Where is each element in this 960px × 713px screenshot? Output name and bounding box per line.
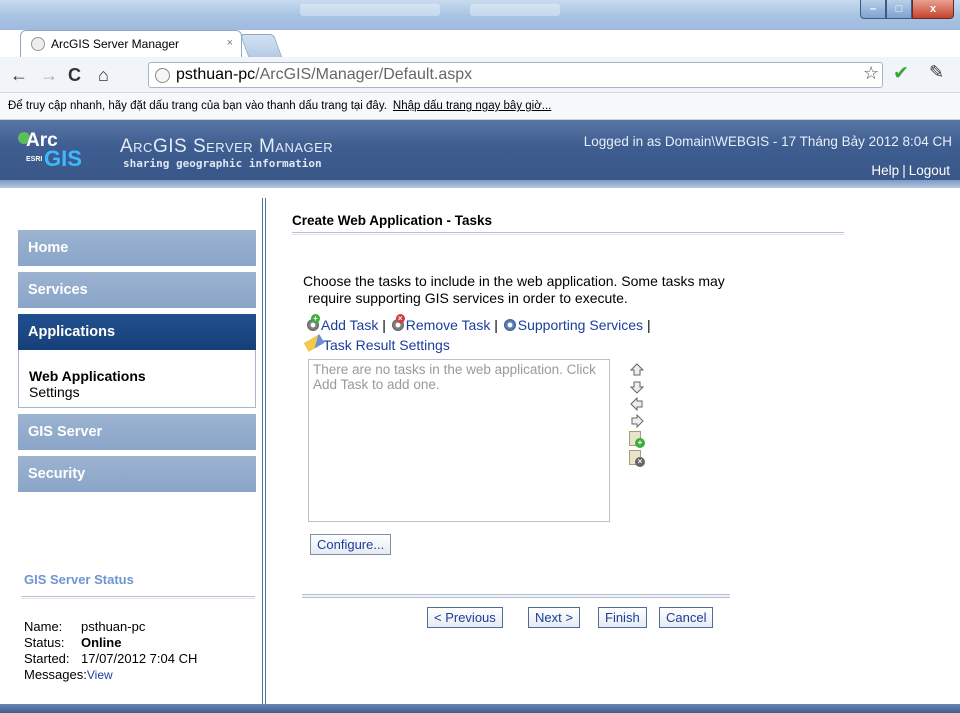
supporting-services-link[interactable]: Supporting Services (518, 317, 643, 333)
bookmark-hint: Để truy cập nhanh, hãy đặt dấu trang của… (8, 100, 387, 112)
import-bookmarks-link[interactable]: Nhập dấu trang ngay bây giờ... (393, 100, 551, 112)
sidebar-item-home[interactable]: Home (18, 230, 256, 266)
status-label: Status: (24, 635, 65, 650)
page-info-icon[interactable] (155, 67, 170, 83)
name-value: psthuan-pc (81, 619, 146, 634)
cancel-button[interactable]: Cancel (659, 607, 714, 628)
logged-in-status: Logged in as Domain\WEBGIS - 17 Tháng Bả… (583, 134, 952, 149)
blurred-background (300, 4, 440, 16)
wrench-menu-icon[interactable]: ✎ (929, 62, 944, 83)
close-window-button[interactable]: x (912, 0, 954, 19)
reload-icon[interactable]: C (68, 65, 81, 86)
move-down-icon[interactable] (630, 414, 644, 428)
forward-arrow-icon[interactable]: → (40, 65, 58, 86)
blurred-background (470, 4, 560, 16)
logo-gis: GIS (44, 146, 82, 171)
task-actions: + Add Task | × Remove Task | Supporting Se… (303, 314, 651, 355)
window-bottom-edge (0, 704, 960, 713)
sidebar-nav: Home Services Applications Web Applicati… (18, 230, 256, 498)
browser-tab[interactable]: ArcGIS Server Manager × (20, 30, 242, 57)
add-task-link[interactable]: Add Task (321, 317, 378, 333)
home-icon[interactable]: ⌂ (98, 65, 109, 86)
task-result-settings-link[interactable]: Task Result Settings (323, 337, 450, 353)
status-rule (22, 596, 255, 599)
bookmark-bar: Để truy cập nhanh, hãy đặt dấu trang của… (0, 93, 960, 120)
sidebar-item-gis-server[interactable]: GIS Server (18, 414, 256, 450)
logout-link[interactable]: Logout (909, 163, 950, 178)
browser-toolbar: ← → C ⌂ psthuan-pc/ArcGIS/Manager/Defaul… (0, 57, 960, 93)
logo-esri: ESRI (26, 156, 43, 163)
sidebar-subitem-settings[interactable]: Settings (29, 384, 255, 400)
tab-close-icon[interactable]: × (227, 37, 233, 49)
status-value: Online (81, 635, 122, 650)
intro-line-1: Choose the tasks to include in the web a… (303, 273, 725, 289)
maximize-button[interactable]: □ (886, 0, 912, 19)
started-value: 17/07/2012 7:04 CH (81, 651, 198, 666)
back-arrow-icon[interactable]: ← (10, 65, 28, 86)
header-links: Help | Logout (871, 163, 950, 178)
app-header: Arc ESRI GIS ArcGIS Server Manager shari… (0, 120, 960, 188)
link-separator: | (902, 163, 906, 178)
page-favicon-icon (31, 37, 45, 51)
remove-item-icon[interactable]: × (628, 450, 646, 468)
header-stripe (0, 180, 960, 188)
new-tab-button[interactable] (239, 34, 283, 57)
view-messages-link[interactable]: View (87, 667, 113, 683)
link-separator: | (646, 317, 651, 333)
tab-title: ArcGIS Server Manager (51, 37, 180, 51)
move-bottom-icon[interactable] (630, 380, 644, 394)
minimize-button[interactable]: – (860, 0, 886, 19)
empty-list-message: There are no tasks in the web applicatio… (313, 362, 596, 392)
extension-check-icon[interactable]: ✔ (893, 62, 909, 85)
intro-line-2: require supporting GIS services in order… (308, 290, 628, 306)
name-label: Name: (24, 619, 63, 634)
panel-divider (262, 198, 266, 704)
move-up-icon[interactable] (630, 397, 644, 411)
intro-text: Choose the tasks to include in the web a… (303, 273, 823, 307)
app-tagline: sharing geographic information (123, 157, 322, 170)
url-path: /ArcGIS/Manager/Default.aspx (255, 66, 473, 83)
url-host: psthuan-pc (176, 66, 256, 83)
sidebar-subitem-web-applications[interactable]: Web Applications (29, 368, 255, 384)
address-bar[interactable]: psthuan-pc/ArcGIS/Manager/Default.aspx (148, 62, 883, 88)
pencil-icon[interactable] (303, 334, 325, 352)
remove-task-link[interactable]: Remove Task (406, 317, 491, 333)
list-controls: + × (628, 360, 650, 469)
started-label: Started: (24, 651, 70, 666)
link-separator: | (494, 317, 498, 333)
task-list[interactable]: There are no tasks in the web applicatio… (308, 359, 610, 522)
status-heading: GIS Server Status (24, 572, 134, 587)
configure-button[interactable]: Configure... (310, 534, 392, 555)
status-panel: Name: psthuan-pc Status: Online Started: 17… (24, 619, 197, 683)
arcgis-logo: Arc ESRI GIS (18, 130, 100, 171)
messages-label: Messages: (24, 667, 87, 682)
wizard-rule (302, 594, 730, 598)
previous-button[interactable]: < Previous (427, 607, 503, 628)
sidebar-item-services[interactable]: Services (18, 272, 256, 308)
help-link[interactable]: Help (871, 163, 899, 178)
add-gear-icon[interactable]: + (305, 314, 321, 331)
add-item-icon[interactable]: + (628, 431, 646, 449)
link-separator: | (382, 317, 386, 333)
window-titlebar: – □ x (0, 0, 960, 30)
app-name: ArcGIS Server Manager (120, 136, 334, 157)
sidebar-item-security[interactable]: Security (18, 456, 256, 492)
window-controls: – □ x (860, 0, 954, 19)
applications-submenu: Web Applications Settings (18, 350, 256, 408)
next-button[interactable]: Next > (528, 607, 580, 628)
page-title: Create Web Application - Tasks (292, 213, 493, 228)
remove-gear-icon[interactable]: × (390, 314, 406, 331)
sidebar-item-applications[interactable]: Applications (18, 314, 256, 350)
finish-button[interactable]: Finish (598, 607, 647, 628)
move-top-icon[interactable] (630, 363, 644, 377)
bookmark-star-icon[interactable]: ☆ (863, 63, 879, 84)
title-rule (292, 232, 844, 235)
supporting-services-gear-icon[interactable] (502, 317, 518, 331)
